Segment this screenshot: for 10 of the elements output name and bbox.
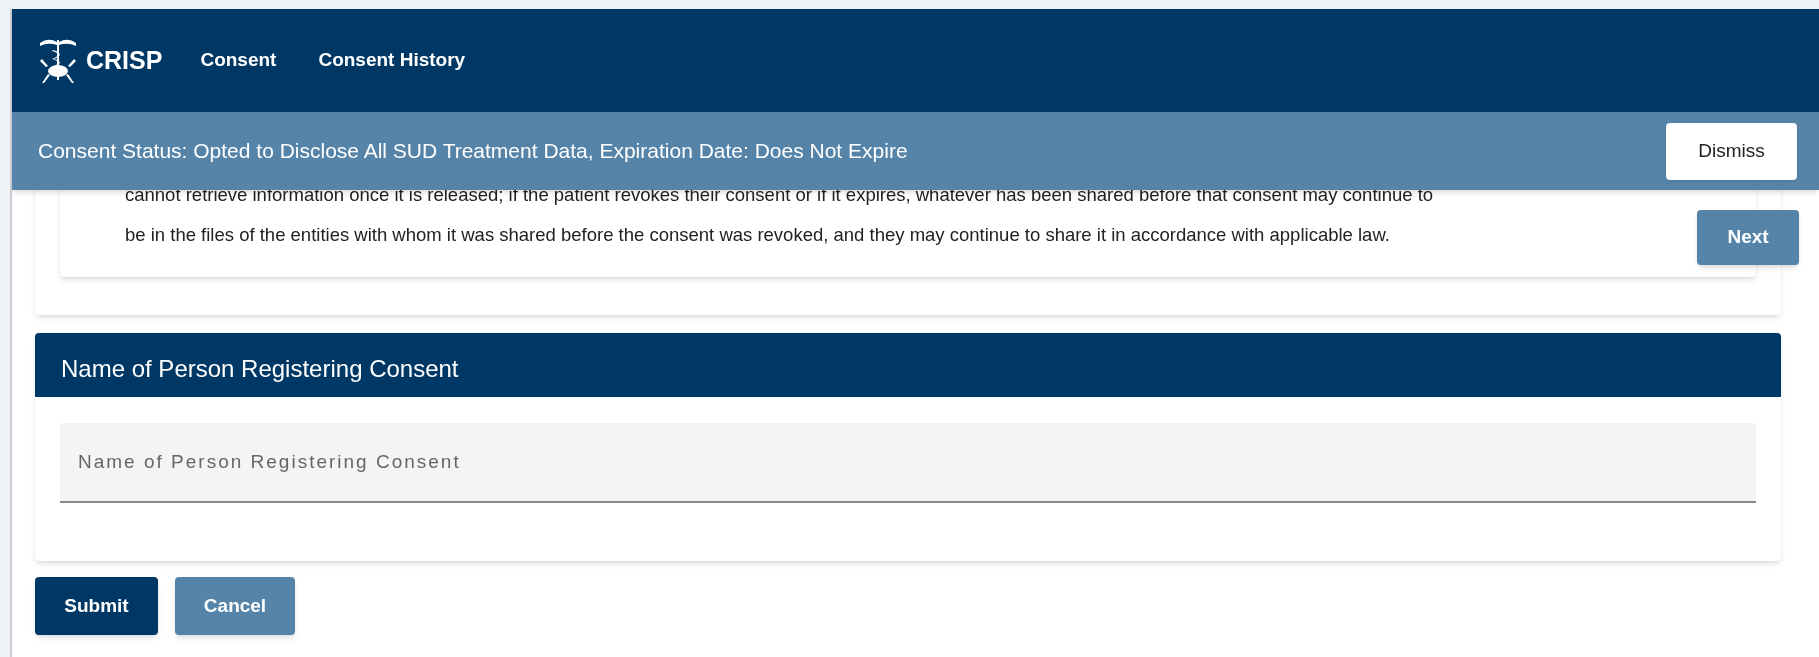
cancel-button[interactable]: Cancel [175,577,295,635]
dismiss-button[interactable]: Dismiss [1666,122,1797,180]
nav-link[interactable]: Consent History [310,46,474,75]
submit-button[interactable]: Submit [35,577,158,635]
nav-link[interactable]: Consent [192,46,285,75]
name-input-field[interactable]: Name of Person Registering Consent [60,423,1756,503]
card-title: Name of Person Registering Consent [61,354,459,384]
brand-name: CRISP [86,44,163,76]
next-button[interactable]: Next [1697,210,1799,265]
consent-status: Consent Status: Opted to Disclose All SUD Treatment Data, Expiration Date: Does Not Expire [38,138,908,165]
